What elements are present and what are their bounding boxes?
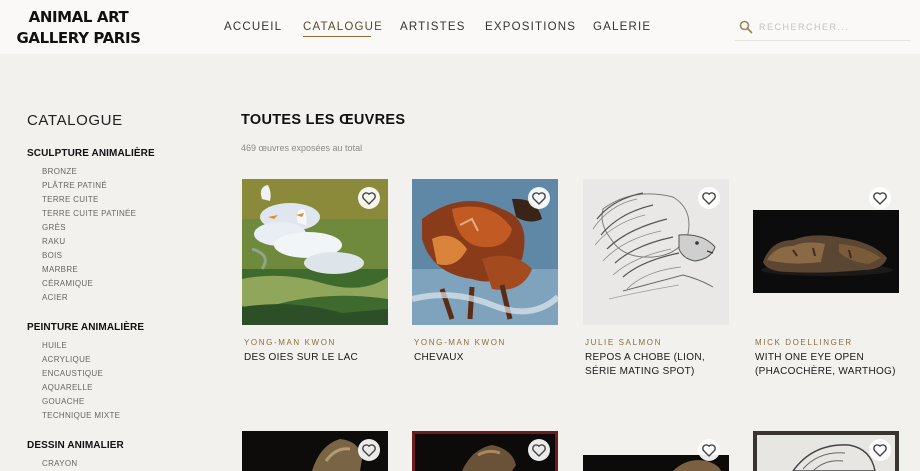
nav-catalogue[interactable]: CATALOGUE	[303, 21, 383, 33]
heart-icon[interactable]	[869, 187, 891, 209]
heart-icon[interactable]	[698, 439, 720, 461]
sidebar-item-acrylique[interactable]: ACRYLIQUE	[42, 355, 91, 364]
sidebar-item-bronze[interactable]: BRONZE	[42, 167, 77, 176]
site-header: ANIMAL ART GALLERY PARIS ACCUEIL CATALOG…	[0, 0, 920, 54]
artwork-artist[interactable]: YONG-MAN KWON	[244, 338, 336, 347]
heart-icon[interactable]	[358, 187, 380, 209]
sidebar-category-sculpture[interactable]: SCULPTURE ANIMALIÈRE	[27, 148, 155, 159]
sidebar-title: CATALOGUE	[27, 112, 123, 129]
sidebar-item-terre-cuite-patinee[interactable]: TERRE CUITE PATINÉE	[42, 209, 136, 218]
sidebar-item-terre-cuite[interactable]: TERRE CUITE	[42, 195, 99, 204]
sidebar-item-gouache[interactable]: GOUACHE	[42, 397, 85, 406]
sidebar-item-bois[interactable]: BOIS	[42, 251, 62, 260]
logo-line-1: ANIMAL ART	[28, 8, 129, 26]
artwork-count: 469 œuvres exposées au total	[241, 143, 363, 153]
site-logo[interactable]: ANIMAL ART GALLERY PARIS	[16, 7, 141, 49]
search-bar	[735, 14, 910, 41]
nav-artistes[interactable]: ARTISTES	[400, 21, 466, 33]
sidebar-item-acier[interactable]: ACIER	[42, 293, 68, 302]
sidebar-category-peinture[interactable]: PEINTURE ANIMALIÈRE	[27, 322, 144, 333]
heart-icon[interactable]	[358, 439, 380, 461]
sidebar-item-ceramique[interactable]: CÉRAMIQUE	[42, 279, 93, 288]
page-title: TOUTES LES ŒUVRES	[241, 112, 406, 128]
sidebar-item-marbre[interactable]: MARBRE	[42, 265, 78, 274]
artwork-title[interactable]: DES OIES SUR LE LAC	[244, 351, 394, 365]
sidebar-item-crayon[interactable]: CRAYON	[42, 459, 77, 468]
search-icon[interactable]	[739, 20, 753, 34]
artwork-artist[interactable]: JULIE SALMON	[585, 338, 662, 347]
nav-active-underline	[303, 36, 371, 37]
sidebar-item-raku[interactable]: RAKU	[42, 237, 65, 246]
nav-accueil[interactable]: ACCUEIL	[224, 21, 282, 33]
sidebar-category-dessin[interactable]: DESSIN ANIMALIER	[27, 440, 124, 451]
sidebar-item-platre-patine[interactable]: PLÂTRE PATINÉ	[42, 181, 107, 190]
artwork-artist[interactable]: MICK DOELLINGER	[755, 338, 853, 347]
nav-galerie[interactable]: GALERIE	[593, 21, 651, 33]
nav-expositions[interactable]: EXPOSITIONS	[485, 21, 576, 33]
sidebar-item-aquarelle[interactable]: AQUARELLE	[42, 383, 93, 392]
sidebar-item-huile[interactable]: HUILE	[42, 341, 67, 350]
heart-icon[interactable]	[698, 187, 720, 209]
heart-icon[interactable]	[528, 187, 550, 209]
artwork-title[interactable]: WITH ONE EYE OPEN (PHACOCHÈRE, WARTHOG)	[755, 351, 905, 379]
artwork-title[interactable]: REPOS A CHOBE (LION, SÉRIE MATING SPOT)	[585, 351, 735, 379]
search-input[interactable]	[759, 19, 907, 35]
artwork-title[interactable]: CHEVAUX	[414, 351, 564, 365]
sidebar-item-gres[interactable]: GRÈS	[42, 223, 66, 232]
sidebar-item-technique-mixte[interactable]: TECHNIQUE MIXTE	[42, 411, 120, 420]
artwork-artist[interactable]: YONG-MAN KWON	[414, 338, 506, 347]
heart-icon[interactable]	[869, 439, 891, 461]
logo-line-2: GALLERY PARIS	[16, 29, 141, 47]
heart-icon[interactable]	[528, 439, 550, 461]
sidebar-item-encaustique[interactable]: ENCAUSTIQUE	[42, 369, 103, 378]
artwork-image[interactable]	[753, 210, 899, 293]
